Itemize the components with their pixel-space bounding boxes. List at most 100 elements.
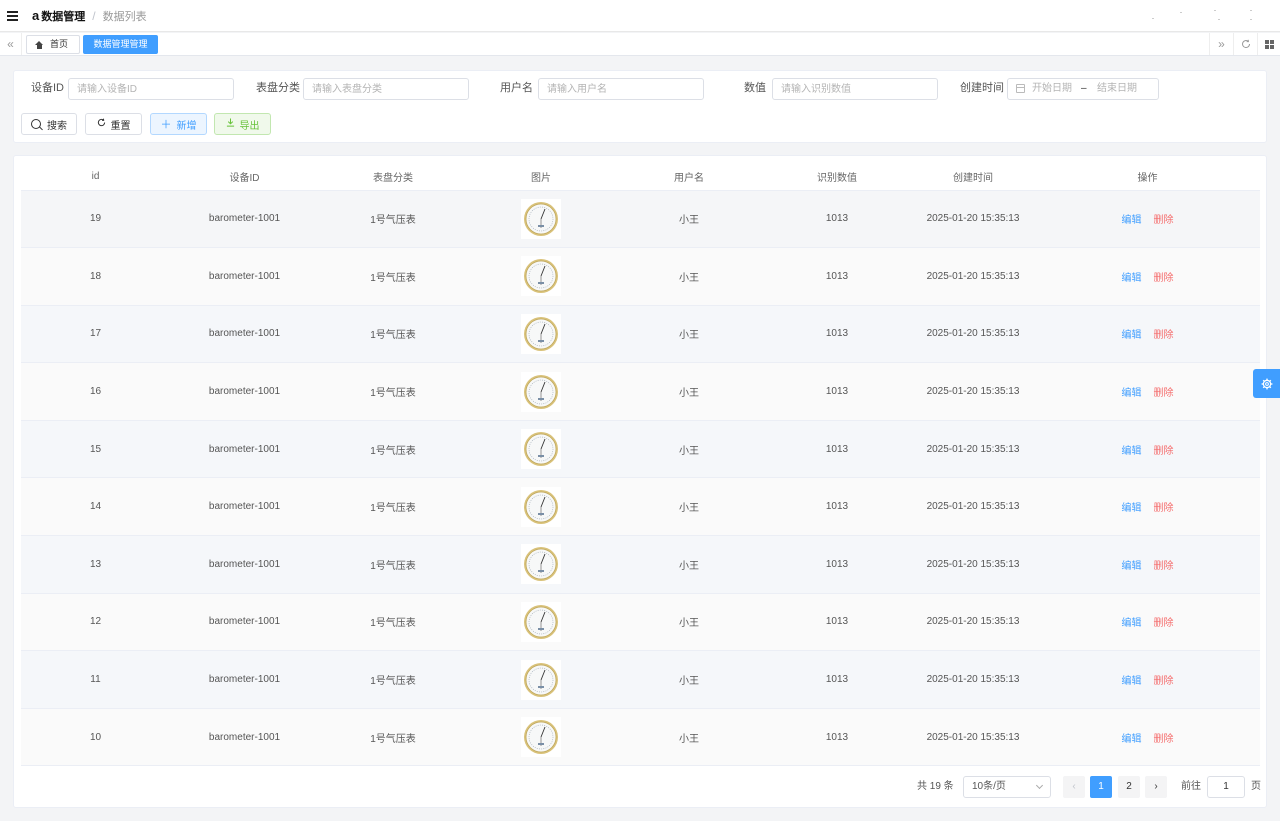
col-header-created[interactable]: 创建时间 xyxy=(911,163,1035,191)
cell-device-id: barometer-1001 xyxy=(170,477,319,537)
cell-username: 小王 xyxy=(615,535,763,594)
gauge-thumbnail[interactable] xyxy=(521,313,561,354)
next-page-button[interactable]: › xyxy=(1145,776,1167,798)
cell-actions: 编辑 删除 xyxy=(1035,650,1260,709)
cell-device-id: barometer-1001 xyxy=(170,535,319,594)
start-date-input[interactable]: 开始日期 xyxy=(1032,79,1072,99)
gauge-thumbnail[interactable] xyxy=(521,256,561,297)
delete-link[interactable]: 删除 xyxy=(1154,676,1174,687)
hamburger-icon[interactable] xyxy=(7,10,21,21)
delete-link[interactable]: 删除 xyxy=(1154,446,1174,457)
cell-category: 1号气压表 xyxy=(319,420,467,479)
delete-link[interactable]: 删除 xyxy=(1154,618,1174,629)
table-header-row: id 设备ID 表盘分类 图片 用户名 识别数值 创建时间 操作 xyxy=(21,163,1260,191)
category-input[interactable] xyxy=(303,78,469,100)
goto-label: 前往 xyxy=(1181,781,1201,792)
cell-value: 1013 xyxy=(763,247,911,306)
col-header-username[interactable]: 用户名 xyxy=(615,163,763,191)
search-button[interactable]: 搜索 xyxy=(21,113,77,135)
gauge-thumbnail[interactable] xyxy=(521,371,561,412)
value-input[interactable] xyxy=(772,78,938,100)
cell-username: 小王 xyxy=(615,420,763,479)
col-header-category[interactable]: 表盘分类 xyxy=(319,163,467,191)
goto-page-input[interactable]: 1 xyxy=(1207,776,1245,798)
edit-link[interactable]: 编辑 xyxy=(1122,446,1142,457)
cell-created: 2025-01-20 15:35:13 xyxy=(911,593,1035,652)
add-button[interactable]: ＋ 新增 xyxy=(150,113,207,135)
device-id-label: 设备ID xyxy=(31,82,64,94)
edit-link[interactable]: 编辑 xyxy=(1122,330,1142,341)
pagination-total: 共 19 条 xyxy=(917,781,954,792)
delete-link[interactable]: 删除 xyxy=(1154,734,1174,745)
table-row: 14 barometer-1001 1号气压表 小王 1013 2025-01-20 15… xyxy=(21,477,1260,537)
edit-link[interactable]: 编辑 xyxy=(1122,676,1142,687)
gauge-thumbnail[interactable] xyxy=(521,717,561,758)
home-icon xyxy=(35,40,44,49)
export-button[interactable]: 导出 xyxy=(214,113,271,135)
edit-link[interactable]: 编辑 xyxy=(1122,388,1142,399)
settings-button[interactable] xyxy=(1253,369,1280,398)
page-button-1[interactable]: 1 xyxy=(1090,776,1112,798)
prev-page-button[interactable]: ‹ xyxy=(1063,776,1085,798)
tab-home[interactable]: 首页 xyxy=(26,35,80,54)
delete-link[interactable]: 删除 xyxy=(1154,215,1174,226)
refresh-icon xyxy=(97,118,106,130)
cell-actions: 编辑 删除 xyxy=(1035,420,1260,479)
delete-link[interactable]: 删除 xyxy=(1154,388,1174,399)
col-header-id[interactable]: id xyxy=(21,163,170,191)
cell-created: 2025-01-20 15:35:13 xyxy=(911,190,1035,249)
cell-username: 小王 xyxy=(615,650,763,709)
edit-link[interactable]: 编辑 xyxy=(1122,734,1142,745)
table-row: 19 barometer-1001 1号气压表 小王 1013 2025-01-20 15… xyxy=(21,190,1260,249)
cell-id: 17 xyxy=(21,305,170,364)
cell-device-id: barometer-1001 xyxy=(170,305,319,364)
gauge-thumbnail[interactable] xyxy=(521,659,561,700)
page-size-select[interactable]: 10条/页 xyxy=(963,776,1051,798)
cell-actions: 编辑 删除 xyxy=(1035,247,1260,306)
edit-link[interactable]: 编辑 xyxy=(1122,503,1142,514)
end-date-input[interactable]: 结束日期 xyxy=(1097,79,1137,99)
edit-link[interactable]: 编辑 xyxy=(1122,215,1142,226)
scroll-right-icon[interactable]: » xyxy=(1209,33,1233,55)
date-range-picker[interactable]: 开始日期 – 结束日期 xyxy=(1007,78,1159,100)
delete-link[interactable]: 删除 xyxy=(1154,273,1174,284)
delete-link[interactable]: 删除 xyxy=(1154,330,1174,341)
tab-data-management[interactable]: 数据管理管理 xyxy=(83,35,158,54)
grid-menu-icon[interactable] xyxy=(1257,33,1280,55)
page-suffix: 页 xyxy=(1251,781,1261,792)
scroll-left-icon[interactable]: « xyxy=(0,33,22,55)
cell-id: 16 xyxy=(21,362,170,421)
username-input[interactable] xyxy=(538,78,704,100)
data-table-card: id 设备ID 表盘分类 图片 用户名 识别数值 创建时间 操作 19 barom… xyxy=(13,155,1267,808)
gauge-thumbnail[interactable] xyxy=(521,486,561,527)
breadcrumb: a 数据管理 / 数据列表 xyxy=(32,8,147,24)
gauge-thumbnail[interactable] xyxy=(521,544,561,585)
app-title[interactable]: 数据管理 xyxy=(41,8,85,24)
search-icon xyxy=(31,119,41,129)
add-button-label: 新增 xyxy=(176,120,197,132)
created-label: 创建时间 xyxy=(960,82,1004,94)
gauge-thumbnail[interactable] xyxy=(521,429,561,470)
delete-link[interactable]: 删除 xyxy=(1154,561,1174,572)
cell-device-id: barometer-1001 xyxy=(170,247,319,306)
cell-device-id: barometer-1001 xyxy=(170,362,319,421)
cell-username: 小王 xyxy=(615,362,763,421)
search-form: 设备ID 表盘分类 用户名 数值 创建时间 开始日期 – 结束日期 搜索 重置 … xyxy=(13,70,1267,143)
cell-id: 15 xyxy=(21,420,170,479)
delete-link[interactable]: 删除 xyxy=(1154,503,1174,514)
page-button-2[interactable]: 2 xyxy=(1118,776,1140,798)
col-header-device-id[interactable]: 设备ID xyxy=(170,163,319,191)
reset-button[interactable]: 重置 xyxy=(85,113,142,135)
gauge-thumbnail[interactable] xyxy=(521,601,561,642)
edit-link[interactable]: 编辑 xyxy=(1122,273,1142,284)
edit-link[interactable]: 编辑 xyxy=(1122,561,1142,572)
col-header-image[interactable]: 图片 xyxy=(467,163,615,191)
col-header-value[interactable]: 识别数值 xyxy=(763,163,911,191)
refresh-icon[interactable] xyxy=(1233,33,1257,55)
cell-image xyxy=(467,650,615,709)
header-decoration xyxy=(1150,10,1260,22)
device-id-input[interactable] xyxy=(68,78,234,100)
cell-image xyxy=(467,477,615,537)
gauge-thumbnail[interactable] xyxy=(521,198,561,239)
edit-link[interactable]: 编辑 xyxy=(1122,618,1142,629)
